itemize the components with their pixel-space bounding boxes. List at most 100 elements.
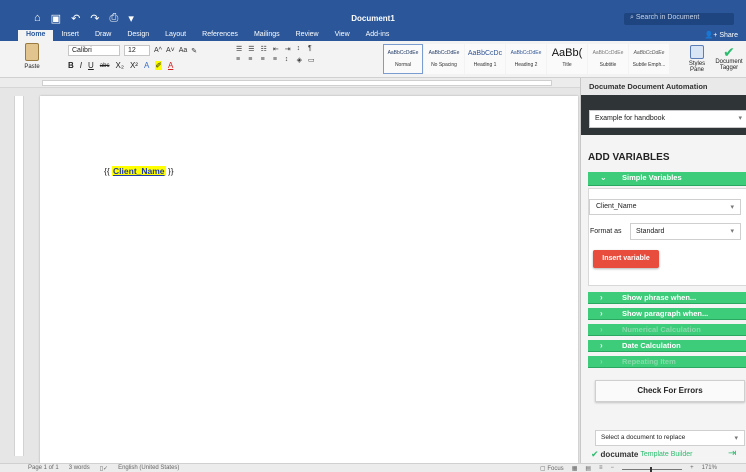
tab-mailings[interactable]: Mailings [246, 30, 288, 41]
style-name: Heading 2 [514, 62, 538, 68]
language-status[interactable]: English (United States) [118, 465, 179, 472]
shrink-font-button[interactable]: A˅ [166, 47, 175, 54]
format-select[interactable]: Standard ▾ [630, 223, 741, 240]
zoom-slider-handle[interactable] [650, 467, 653, 472]
client-name-variable[interactable]: Client_Name [112, 166, 166, 176]
insert-variable-button[interactable]: Insert variable [593, 250, 659, 268]
tab-add-ins[interactable]: Add-ins [358, 30, 398, 41]
zoom-out-icon[interactable]: − [611, 465, 615, 472]
share-label: Share [719, 32, 738, 39]
ruler-track [42, 80, 552, 86]
style-name: Subtle Emph... [632, 62, 666, 68]
repeating-item-section[interactable]: › Repeating Item [588, 356, 746, 368]
search-input[interactable]: ⌕ Search in Document [624, 13, 734, 25]
borders-button[interactable]: ▭ [308, 56, 315, 64]
align-right-button[interactable]: ≡ [261, 56, 267, 64]
bullets-button[interactable]: ☰ [236, 45, 242, 53]
outline-view-icon[interactable]: ≡ [599, 465, 603, 472]
zoom-level[interactable]: 171% [702, 465, 717, 472]
show-phrase-section[interactable]: › Show phrase when... [588, 292, 746, 304]
grow-font-button[interactable]: A^ [154, 47, 162, 54]
chevron-down-icon: ▾ [730, 204, 734, 211]
document-page[interactable] [40, 96, 578, 463]
style-sample: AaBbCcDdEe [510, 50, 542, 56]
horizontal-ruler[interactable] [0, 78, 580, 88]
subscript-button[interactable]: X₂ [115, 61, 123, 70]
style-heading-2[interactable]: AaBbCcDdEe Heading 2 [506, 44, 546, 74]
style-name: No Spacing [431, 62, 457, 68]
bold-button[interactable]: B [68, 61, 74, 70]
superscript-button[interactable]: X² [130, 61, 138, 70]
styles-pane-button[interactable]: Styles Pane [685, 45, 709, 73]
style-no-spacing[interactable]: AaBbCcDdEe No Spacing [424, 44, 464, 74]
align-center-button[interactable]: ≡ [248, 56, 254, 64]
panel-title: Documate Document Automation [581, 78, 746, 95]
status-left: Page 1 of 1 3 words ▯✓ English (United S… [28, 465, 179, 472]
font-color-button[interactable]: A [168, 61, 173, 70]
simple-variables-section[interactable]: ⌄ Simple Variables [588, 172, 746, 186]
style-heading-1[interactable]: AaBbCcDc Heading 1 [465, 44, 505, 74]
italic-button[interactable]: I [80, 61, 82, 70]
tab-layout[interactable]: Layout [157, 30, 194, 41]
style-title[interactable]: AaBb( Title [547, 44, 587, 74]
document-tagger-button[interactable]: ✔ Document Tagger [712, 45, 746, 71]
line-spacing-button[interactable]: ↕ [285, 56, 291, 64]
paragraph-controls: ☰ ☰ ☷ ⇤ ⇥ ↕ ¶ ≡ ≡ ≡ ≡ ↕ ◈ ▭ [236, 45, 321, 64]
print-layout-icon[interactable]: ▦ [572, 465, 578, 472]
style-subtle-emphasis[interactable]: AaBbCcDdEe Subtle Emph... [629, 44, 669, 74]
document-body-text[interactable]: {{ Client_Name }} [104, 166, 174, 176]
tab-review[interactable]: Review [288, 30, 327, 41]
tab-references[interactable]: References [194, 30, 246, 41]
exit-icon[interactable]: ⇥ [728, 448, 736, 459]
chevron-down-icon: ⌄ [600, 173, 607, 182]
web-layout-icon[interactable]: ▤ [585, 465, 591, 472]
multilevel-list-button[interactable]: ☷ [261, 45, 267, 53]
vertical-ruler[interactable] [14, 96, 24, 456]
format-select-value: Standard [636, 228, 665, 235]
clear-formatting-button[interactable]: ✎ [191, 47, 197, 55]
increase-indent-button[interactable]: ⇥ [285, 45, 291, 53]
highlight-button[interactable]: ✐ [155, 61, 162, 70]
style-subtitle[interactable]: AaBbCcDdEe Subtitle [588, 44, 628, 74]
show-formatting-button[interactable]: ¶ [308, 45, 315, 53]
style-normal[interactable]: AaBbCcDdEe Normal [383, 44, 423, 74]
format-as-label: Format as [590, 228, 622, 235]
variable-select[interactable]: Client_Name ▾ [589, 199, 741, 215]
share-button[interactable]: 👤+ Share [705, 31, 738, 39]
date-calculation-section[interactable]: › Date Calculation [588, 340, 746, 352]
replace-document-select[interactable]: Select a document to replace ▾ [595, 430, 745, 446]
zoom-slider[interactable] [622, 467, 683, 472]
justify-button[interactable]: ≡ [273, 56, 279, 64]
change-case-button[interactable]: Aa [179, 47, 188, 54]
numbering-button[interactable]: ☰ [248, 45, 254, 53]
paste-button[interactable]: Paste [20, 43, 44, 70]
tab-design[interactable]: Design [119, 30, 157, 41]
word-count[interactable]: 3 words [69, 465, 90, 472]
underline-button[interactable]: U [88, 61, 94, 70]
strikethrough-button[interactable]: abc [100, 63, 110, 69]
sort-button[interactable]: ↕ [297, 45, 302, 53]
brand-name: documate [600, 450, 639, 459]
zoom-in-icon[interactable]: + [690, 465, 694, 472]
numerical-calculation-section[interactable]: › Numerical Calculation [588, 324, 746, 336]
show-paragraph-section[interactable]: › Show paragraph when... [588, 308, 746, 320]
tab-view[interactable]: View [327, 30, 358, 41]
font-size-select[interactable]: 12 [124, 45, 150, 56]
documate-brand: ✔ documate Template Builder [591, 449, 692, 460]
shading-button[interactable]: ◈ [297, 56, 302, 64]
text-effects-button[interactable]: A [144, 61, 149, 70]
tab-draw[interactable]: Draw [87, 30, 119, 41]
font-name-select[interactable]: Calibri [68, 45, 120, 56]
proofing-icon[interactable]: ▯✓ [100, 465, 108, 472]
style-name: Subtitle [599, 62, 617, 68]
tab-home[interactable]: Home [18, 30, 54, 41]
clipboard-icon [25, 43, 39, 61]
format-controls: B I U abc X₂ X² A ✐ A [68, 61, 173, 70]
align-left-button[interactable]: ≡ [236, 56, 242, 64]
document-select[interactable]: Example for handbook ▾ [589, 110, 746, 128]
check-for-errors-button[interactable]: Check For Errors [595, 380, 745, 402]
focus-button[interactable]: ▢ Focus [540, 465, 564, 472]
page-count[interactable]: Page 1 of 1 [28, 465, 59, 472]
decrease-indent-button[interactable]: ⇤ [273, 45, 279, 53]
tab-insert[interactable]: Insert [53, 30, 87, 41]
